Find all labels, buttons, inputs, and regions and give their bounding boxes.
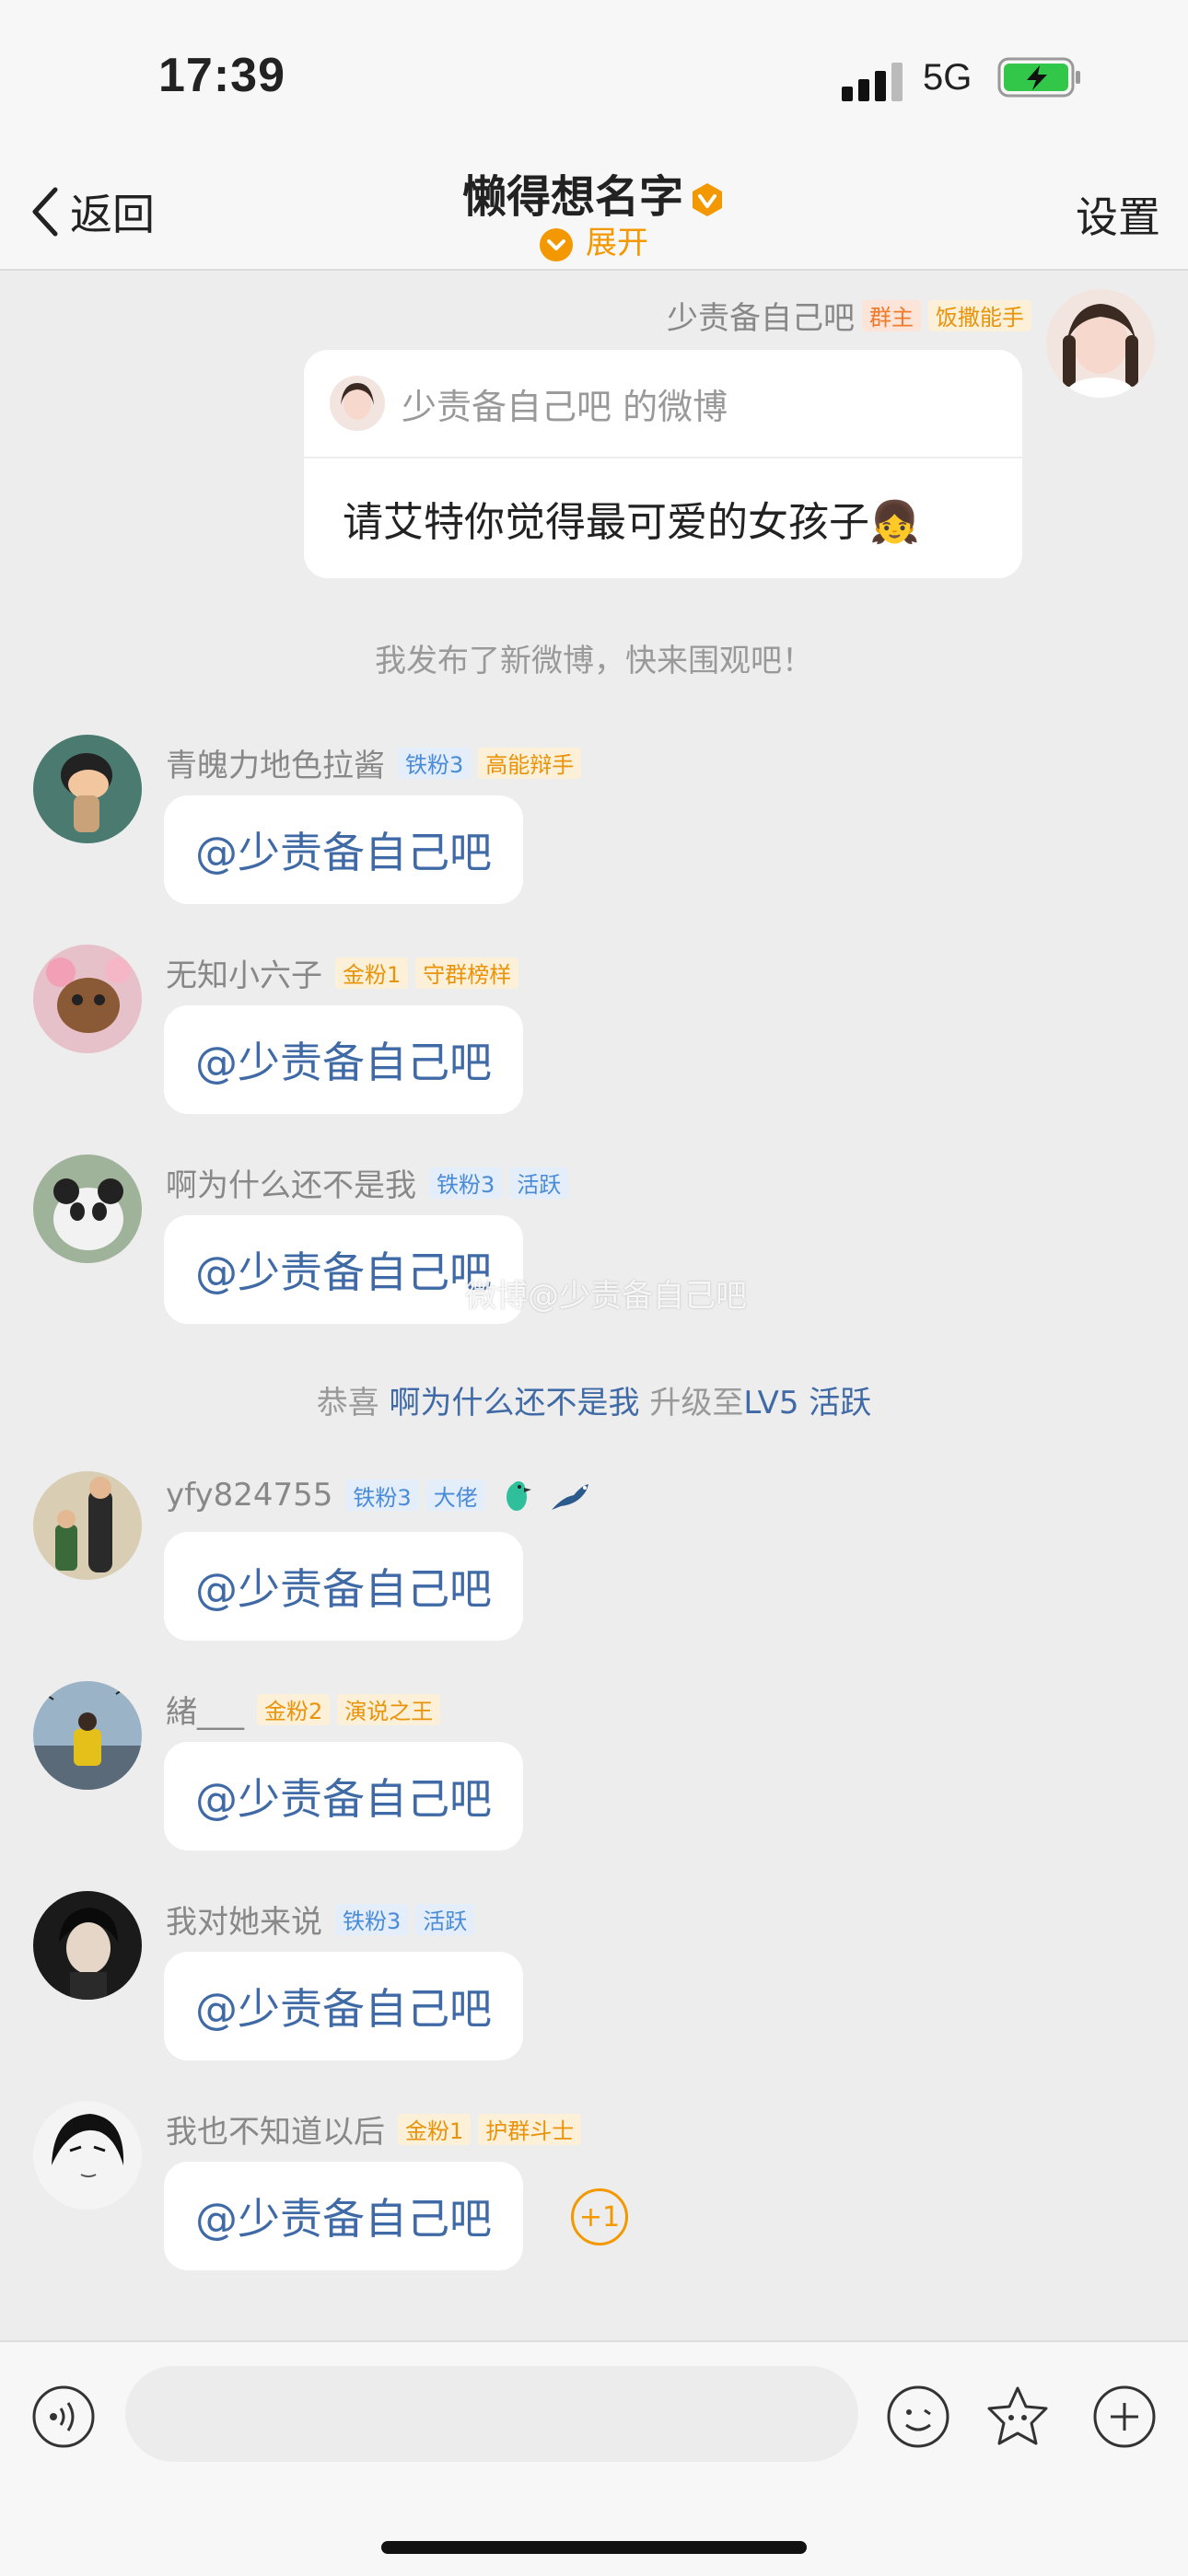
- avatar[interactable]: [33, 2101, 142, 2210]
- card-body: 请艾特你觉得最可爱的女孩子👧: [343, 499, 920, 546]
- settings-button[interactable]: 设置: [1076, 184, 1160, 245]
- message-bubble[interactable]: @少责备自己吧: [164, 2162, 523, 2270]
- system-message-levelup: 恭喜 啊为什么还不是我 升级至LV5 活跃: [0, 1377, 1188, 1422]
- fan-badge: 铁粉3: [398, 747, 472, 779]
- avatar[interactable]: [33, 1681, 142, 1790]
- system-message: 我发布了新微博，快来围观吧！: [375, 643, 813, 679]
- parrot-icon: [506, 1481, 531, 1511]
- signal-icon: [842, 63, 903, 101]
- bird-icon: [551, 1484, 588, 1510]
- home-indicator: [381, 2541, 807, 2554]
- fan-badge: 铁粉3: [345, 1479, 419, 1511]
- nav-bar: 返回 懒得想名字 展开 设置: [0, 157, 1188, 271]
- levelup-user[interactable]: 啊为什么还不是我: [390, 1385, 640, 1421]
- owner-name-line: 少责备自己吧 群主 饭撒能手: [667, 293, 1031, 338]
- plus-icon[interactable]: [1092, 2385, 1157, 2449]
- expand-label: 展开: [586, 225, 648, 261]
- title-tag: 饭撒能手: [928, 299, 1031, 331]
- watermark: 微博@少责备自己吧: [465, 1278, 747, 1315]
- message-bubble[interactable]: @少责备自己吧: [164, 1742, 523, 1851]
- group-title[interactable]: 懒得想名字: [0, 160, 1188, 225]
- sender-line: 啊为什么还不是我 铁粉3 活跃: [166, 1160, 569, 1205]
- sender-line: 我也不知道以后 金粉1 护群斗士: [166, 2106, 582, 2152]
- role-tag: 群主: [862, 299, 921, 331]
- sender-name: yfy824755: [166, 1477, 333, 1514]
- sender-name: 我也不知道以后: [166, 2114, 385, 2151]
- title-tag: 活跃: [509, 1166, 569, 1199]
- fan-badge: 铁粉3: [335, 1903, 409, 1935]
- sender-line: 青魄力地色拉酱 铁粉3 高能辩手: [166, 740, 582, 785]
- sender-name: 我对她来说: [166, 1904, 322, 1941]
- levelup-prefix: 恭喜: [316, 1385, 390, 1421]
- sender-line: 我对她来说 铁粉3 活跃: [166, 1897, 475, 1942]
- status-bar: 17:39 5G: [0, 0, 1188, 157]
- fan-badge: 金粉1: [335, 957, 409, 989]
- expand-toggle[interactable]: 展开: [0, 217, 1188, 262]
- group-name: 懒得想名字: [461, 171, 683, 223]
- avatar[interactable]: [33, 735, 142, 843]
- voice-icon[interactable]: [31, 2385, 96, 2449]
- title-tag: 护群斗士: [478, 2113, 582, 2145]
- battery-charging-icon: [997, 57, 1080, 98]
- plus-one-reaction[interactable]: +1: [571, 2188, 628, 2245]
- card-header-text: 少责备自己吧 的微博: [402, 386, 728, 427]
- sender-name: 緒___: [166, 1694, 244, 1731]
- message-input[interactable]: [125, 2366, 858, 2462]
- message-bubble[interactable]: @少责备自己吧: [164, 795, 523, 904]
- fan-badge: 金粉2: [257, 1693, 331, 1725]
- input-bar: [0, 2340, 1188, 2576]
- sender-name: 啊为什么还不是我: [166, 1167, 416, 1204]
- avatar[interactable]: [33, 1471, 142, 1580]
- owner-avatar[interactable]: [1046, 289, 1155, 398]
- sender-name: 无知小六子: [166, 957, 322, 994]
- card-avatar: [330, 376, 385, 431]
- avatar[interactable]: [33, 1155, 142, 1263]
- title-tag: 高能辩手: [478, 747, 582, 779]
- levelup-middle: 升级至: [639, 1385, 744, 1421]
- shared-weibo-card[interactable]: 少责备自己吧 的微博 请艾特你觉得最可爱的女孩子👧: [304, 350, 1022, 578]
- title-tag: 演说之王: [337, 1693, 441, 1725]
- chevron-down-icon: [540, 227, 573, 261]
- sender-line: 无知小六子 金粉1 守群榜样: [166, 950, 519, 995]
- sticker-icon[interactable]: [985, 2385, 1050, 2449]
- title-tag: 守群榜样: [415, 957, 519, 989]
- message-bubble[interactable]: @少责备自己吧: [164, 1952, 523, 2060]
- sender-line: 緒___ 金粉2 演说之王: [166, 1687, 441, 1732]
- sender-name: 少责备自己吧: [667, 300, 855, 337]
- message-bubble[interactable]: @少责备自己吧: [164, 1532, 523, 1641]
- verified-badge-icon: [693, 183, 722, 216]
- title-tag: 大佬: [425, 1479, 485, 1511]
- levelup-level: LV5 活跃: [743, 1385, 872, 1421]
- fan-badge: 金粉1: [398, 2113, 472, 2145]
- fan-badge: 铁粉3: [429, 1166, 503, 1199]
- sender-line: yfy824755 铁粉3 大佬: [166, 1477, 594, 1514]
- sender-name: 青魄力地色拉酱: [166, 748, 385, 784]
- card-header: 少责备自己吧 的微博: [304, 350, 1022, 458]
- message-bubble[interactable]: @少责备自己吧: [164, 1005, 523, 1114]
- avatar[interactable]: [33, 1891, 142, 2000]
- emoji-icon[interactable]: [886, 2385, 950, 2449]
- clock: 17:39: [158, 49, 285, 102]
- network-type: 5G: [923, 57, 973, 98]
- avatar[interactable]: [33, 945, 142, 1053]
- title-tag: 活跃: [415, 1903, 475, 1935]
